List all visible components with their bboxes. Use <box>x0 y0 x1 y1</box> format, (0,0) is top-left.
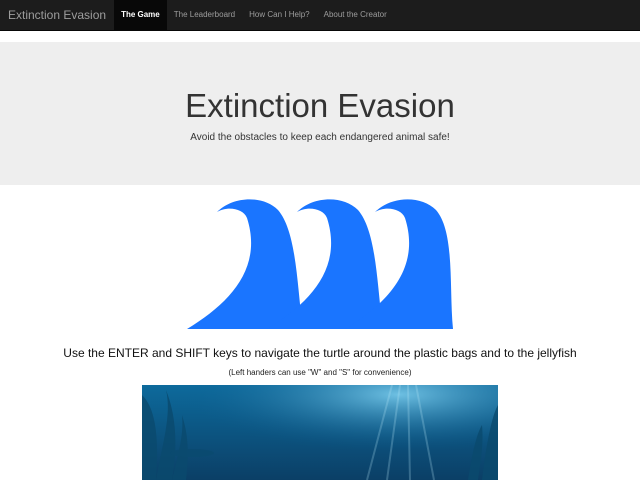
sunlight-glow <box>142 385 498 480</box>
nav-item-how-can-i-help[interactable]: How Can I Help? <box>242 0 316 30</box>
nav-item-the-game[interactable]: The Game <box>114 0 167 30</box>
navbar: Extinction Evasion The Game The Leaderbo… <box>0 0 640 31</box>
waves-logo-icon <box>185 198 455 330</box>
wave-left-icon <box>187 199 303 329</box>
hero-jumbotron: Extinction Evasion Avoid the obstacles t… <box>0 42 640 185</box>
left-hander-note: (Left handers can use "W" and "S" for co… <box>228 368 412 377</box>
page-subtitle: Avoid the obstacles to keep each endange… <box>190 132 450 143</box>
nav-item-leaderboard[interactable]: The Leaderboard <box>167 0 242 30</box>
fish-silhouette <box>170 449 214 457</box>
nav-item-about-creator[interactable]: About the Creator <box>317 0 394 30</box>
nav-menu: The Game The Leaderboard How Can I Help?… <box>114 0 394 30</box>
game-instructions: Use the ENTER and SHIFT keys to navigate… <box>63 346 577 360</box>
game-canvas[interactable] <box>142 385 498 480</box>
brand-link[interactable]: Extinction Evasion <box>0 0 114 30</box>
page-title: Extinction Evasion <box>185 87 455 124</box>
